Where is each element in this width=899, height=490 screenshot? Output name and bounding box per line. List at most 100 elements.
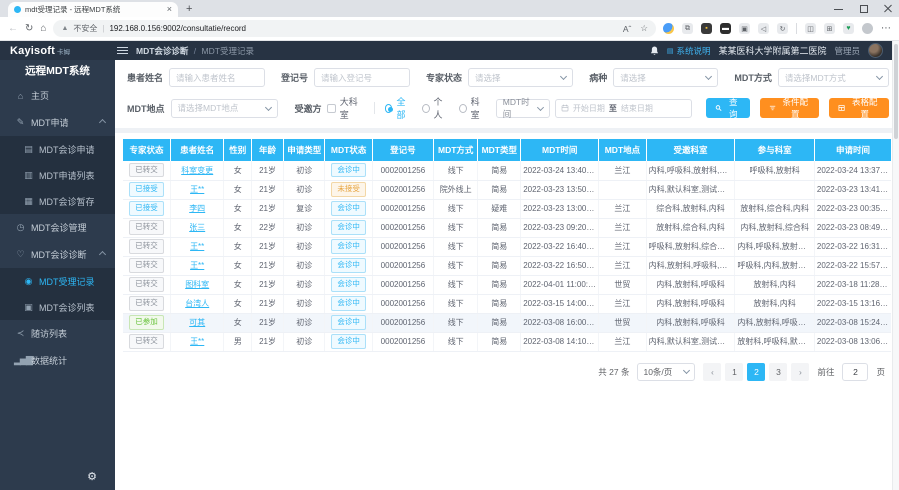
sidebar-item[interactable]: ♡MDT会诊诊断 [0, 241, 115, 268]
browser-profile-avatar[interactable] [862, 23, 873, 34]
back-icon[interactable]: ← [8, 24, 18, 34]
cell-apply_time: 2022-03-23 13:41:45 [814, 180, 891, 199]
table-row[interactable]: 已转交科室变更女21岁初诊会诊中0002001256线下简易2022-03-24… [123, 161, 891, 180]
radio-option[interactable]: 个人 [422, 95, 449, 121]
cell-joined_depts: 内科,放射科,综合科 [735, 218, 815, 237]
system-help-link[interactable]: ▤ 系统说明 [667, 45, 711, 57]
table-row[interactable]: 已转交王**男21岁初诊会诊中0002001256线下简易2022-03-08 … [123, 332, 891, 351]
mdt-mode-label: MDT方式 [734, 71, 772, 84]
extension-icon[interactable]: ↻ [777, 23, 788, 34]
extension-icon[interactable]: ▣ [739, 23, 750, 34]
column-header-mdt_mode: MDT方式 [434, 139, 478, 161]
patient-name-link[interactable]: 李四 [189, 204, 205, 213]
extension-icon[interactable]: ⧉ [682, 23, 693, 34]
table-config-button[interactable]: 表格配置 [829, 98, 889, 118]
goto-page-input[interactable] [842, 363, 868, 381]
patient-name-link[interactable]: 科室变更 [181, 166, 213, 175]
sidebar-item[interactable]: ◉MDT受理记录 [0, 268, 115, 294]
page-number-button[interactable]: 2 [747, 363, 765, 381]
window-minimize-button[interactable] [834, 4, 843, 13]
expert-status-select[interactable]: 请选择 [468, 68, 573, 87]
table-row[interactable]: 已接受李四女21岁复诊会诊中0002001256线下疑难2022-03-23 1… [123, 199, 891, 218]
new-tab-button[interactable]: + [186, 2, 192, 16]
disease-select[interactable]: 请选择 [613, 68, 718, 87]
table-row[interactable]: 已转交图科室女21岁初诊会诊中0002001256线下简易2022-04-01 … [123, 275, 891, 294]
split-screen-icon[interactable]: ◫ [805, 23, 816, 34]
cell-invited_depts: 呼吸科,放射科,综合科,内科 [646, 237, 735, 256]
favorite-star-icon[interactable]: ☆ [640, 23, 648, 34]
table-row[interactable]: 已转交王**女21岁初诊会诊中0002001256线下简易2022-03-22 … [123, 237, 891, 256]
next-page-button[interactable]: › [791, 363, 809, 381]
table-row[interactable]: 已参加可其女21岁初诊会诊中0002001256线下简易2022-03-08 1… [123, 313, 891, 332]
patient-name-input[interactable] [169, 68, 265, 87]
patient-name-link[interactable]: 王** [190, 185, 204, 194]
sidebar-item[interactable]: ▥MDT申请列表 [0, 162, 115, 188]
table-row[interactable]: 已转交张三女22岁初诊会诊中0002001256线下简易2022-03-23 0… [123, 218, 891, 237]
sidebar-item[interactable]: ▂▅▇数据统计 [0, 347, 115, 374]
condition-config-button[interactable]: 条件配置 [760, 98, 820, 118]
patient-name-link[interactable]: 王** [190, 337, 204, 346]
cell-mdt_mode: 线下 [434, 313, 478, 332]
patient-name-link[interactable]: 台湾人 [185, 299, 209, 308]
page-number-button[interactable]: 3 [769, 363, 787, 381]
browser-essentials-icon[interactable]: ♥ [843, 23, 854, 34]
extension-icon[interactable]: ◁ [758, 23, 769, 34]
cell-invited_depts: 综合科,放射科,内科 [646, 199, 735, 218]
table-row[interactable]: 已转交王**女21岁初诊会诊中0002001256线下简易2022-03-22 … [123, 256, 891, 275]
table-row[interactable]: 已转交台湾人女21岁初诊会诊中0002001256线下简易2022-03-15 … [123, 294, 891, 313]
scrollbar-thumb[interactable] [894, 44, 898, 139]
notification-bell-icon[interactable] [650, 46, 659, 56]
date-range-picker[interactable]: 开始日期 至 结束日期 [555, 99, 692, 118]
mdt-mode-select[interactable]: 请选择MDT方式 [778, 68, 889, 87]
date-separator: 至 [609, 103, 617, 114]
browser-tab[interactable]: mdt受理记录 - 远程MDT系统 × [8, 2, 178, 17]
sidebar-item[interactable]: ▣MDT会诊列表 [0, 294, 115, 320]
page-size-select[interactable]: 10条/页 [637, 363, 695, 381]
collections-icon[interactable]: ⊞ [824, 23, 835, 34]
time-type-select[interactable]: MDT时间 [496, 99, 550, 118]
patient-name-link[interactable]: 张三 [189, 223, 205, 232]
extension-icon[interactable]: ▬ [720, 23, 731, 34]
radio-option[interactable]: 全部 [385, 95, 412, 121]
more-menu-icon[interactable]: ⋯ [881, 24, 891, 34]
prev-page-button[interactable]: ‹ [703, 363, 721, 381]
sidebar-item[interactable]: ▦MDT会诊暂存 [0, 188, 115, 214]
sidebar-item[interactable]: ⌂主页 [0, 82, 115, 109]
read-aloud-icon[interactable]: Aˆ [623, 24, 632, 34]
window-close-button[interactable] [884, 4, 893, 13]
reg-no-input[interactable] [314, 68, 410, 87]
sidebar-item[interactable]: ◷MDT会诊管理 [0, 214, 115, 241]
document-icon: ▤ [667, 47, 674, 55]
screen: mdt受理记录 - 远程MDT系统 × + ← ↻ ⌂ ▲ 不安全 | 192.… [0, 0, 899, 490]
sidebar-item[interactable]: ▤MDT会诊申请 [0, 136, 115, 162]
status-tag: 会诊中 [331, 334, 366, 348]
patient-name-link[interactable]: 可其 [189, 318, 205, 327]
table-row[interactable]: 已接受王**女21岁初诊未接受0002001256院外线上简易2022-03-2… [123, 180, 891, 199]
patient-name-link[interactable]: 图科室 [185, 280, 209, 289]
page-number-button[interactable]: 1 [725, 363, 743, 381]
search-button[interactable]: 查询 [706, 98, 750, 118]
sidebar-item[interactable]: ≺随访列表 [0, 320, 115, 347]
url-box[interactable]: ▲ 不安全 | 192.168.0.156:9002/consultatie/r… [53, 20, 656, 37]
extension-icon[interactable]: ▪ [701, 23, 712, 34]
user-avatar[interactable] [868, 43, 883, 58]
window-maximize-button[interactable] [859, 4, 868, 13]
cell-mdt_type: 简易 [478, 161, 521, 180]
cell-age: 22岁 [251, 218, 283, 237]
chevron-up-icon [99, 119, 106, 126]
copilot-icon[interactable] [663, 23, 674, 34]
refresh-icon[interactable]: ↻ [25, 24, 33, 34]
big-dept-checkbox[interactable]: 大科室 [327, 95, 363, 121]
settings-gear-icon[interactable]: ⚙ [87, 470, 97, 483]
sidebar-item[interactable]: ✎MDT申请 [0, 109, 115, 136]
radio-option[interactable]: 科室 [459, 95, 486, 121]
patient-name-link[interactable]: 王** [190, 242, 204, 251]
column-header-joined_depts: 参与科室 [735, 139, 815, 161]
cell-age: 21岁 [251, 332, 283, 351]
page-scrollbar[interactable] [892, 41, 899, 490]
sidebar-collapse-icon[interactable] [117, 47, 128, 54]
mdt-place-select[interactable]: 请选择MDT地点 [171, 99, 279, 118]
home-icon[interactable]: ⌂ [40, 24, 46, 34]
tab-close-icon[interactable]: × [167, 5, 172, 14]
patient-name-link[interactable]: 王** [190, 261, 204, 270]
